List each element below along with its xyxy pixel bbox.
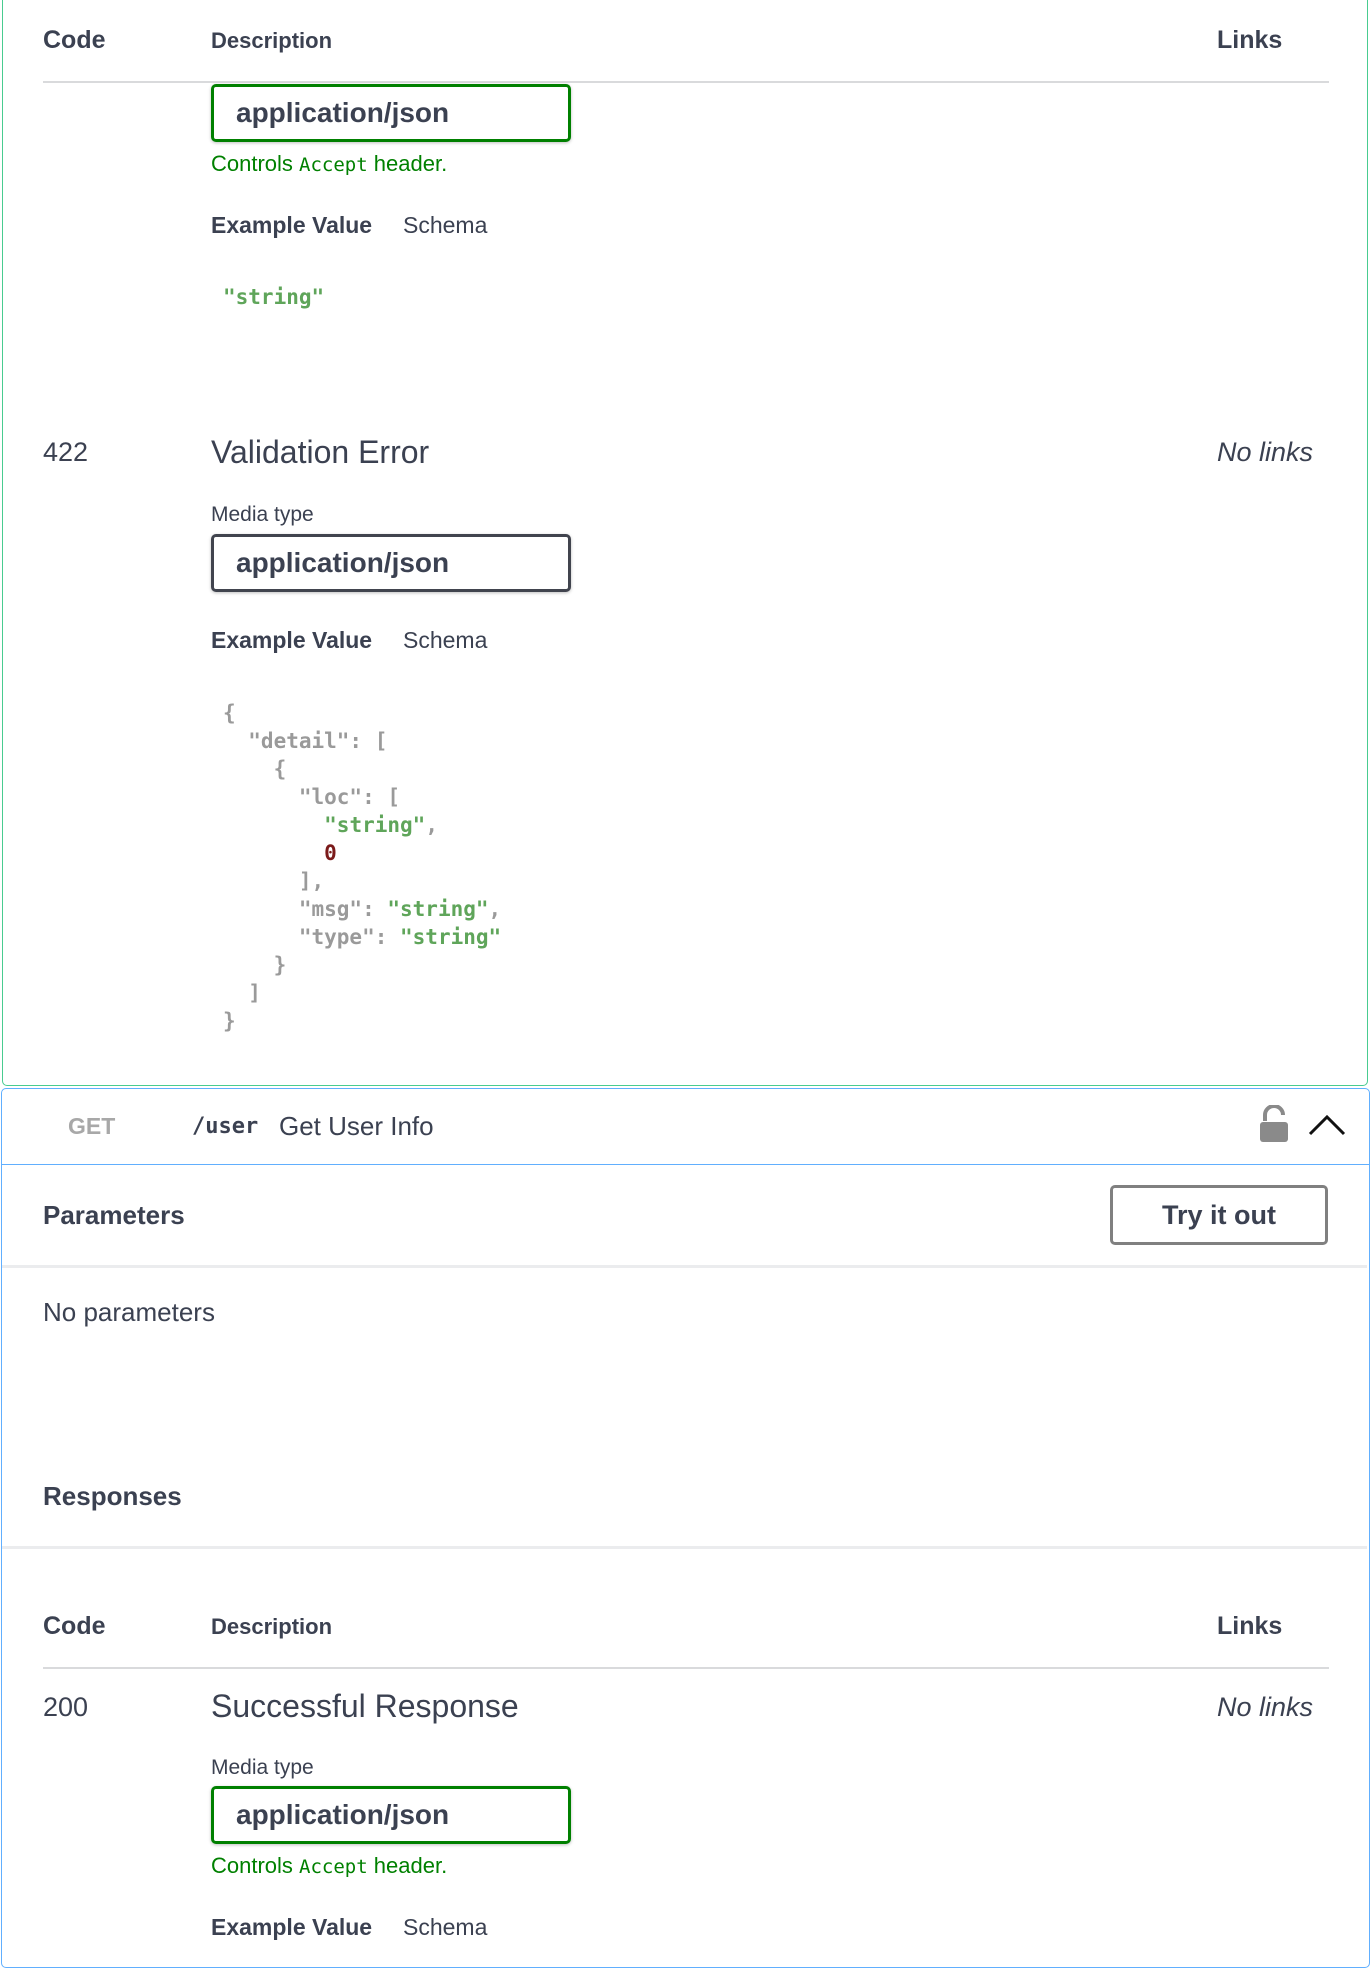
responses-title: Responses [43, 1481, 182, 1511]
table-header-description: Description [211, 1614, 333, 1639]
chevron-up-icon[interactable] [1308, 1113, 1346, 1137]
section-divider [2, 1265, 1367, 1268]
controls-accept-note: Controls Accept header. [211, 151, 448, 176]
table-header-code: Code [43, 1612, 106, 1640]
response-links: No links [1217, 437, 1314, 467]
endpoint-path[interactable]: /user [192, 1114, 258, 1139]
response-description: Successful Response [211, 1688, 519, 1724]
tab-example-value[interactable]: Example Value [211, 212, 372, 239]
table-header-code: Code [43, 26, 106, 54]
example-json: "string" [223, 285, 325, 309]
endpoint-summary[interactable]: Get User Info [279, 1111, 434, 1142]
media-type-label: Media type [211, 1756, 314, 1779]
table-header-description: Description [211, 28, 333, 53]
table-header-links: Links [1217, 1612, 1283, 1640]
tab-example-value[interactable]: Example Value [211, 1914, 372, 1941]
lock-open-icon[interactable] [1259, 1104, 1289, 1143]
response-code: 422 [43, 437, 89, 467]
example-json: { "detail": [ { "loc": [ "string", 0 ], … [223, 701, 502, 1033]
media-type-label: Media type [211, 503, 314, 526]
post-opblock [2, 0, 1368, 1086]
http-method-badge: GET [68, 1113, 116, 1139]
media-type-select[interactable]: application/json [211, 534, 571, 592]
no-parameters-text: No parameters [43, 1297, 215, 1327]
response-description: Validation Error [211, 434, 430, 470]
response-links: No links [1217, 1692, 1314, 1722]
tab-schema[interactable]: Schema [403, 1914, 487, 1941]
tab-schema[interactable]: Schema [403, 212, 487, 239]
tab-example-value[interactable]: Example Value [211, 627, 372, 654]
media-type-select[interactable]: application/json [211, 1786, 571, 1844]
parameters-title: Parameters [43, 1200, 185, 1230]
tab-schema[interactable]: Schema [403, 627, 487, 654]
try-it-out-button[interactable]: Try it out [1110, 1185, 1328, 1245]
table-header-divider [43, 81, 1329, 83]
section-divider [2, 1546, 1367, 1549]
table-header-links: Links [1217, 26, 1283, 54]
controls-accept-note: Controls Accept header. [211, 1853, 448, 1878]
response-code: 200 [43, 1692, 89, 1722]
media-type-select[interactable]: application/json [211, 84, 571, 142]
table-header-divider [43, 1667, 1329, 1669]
